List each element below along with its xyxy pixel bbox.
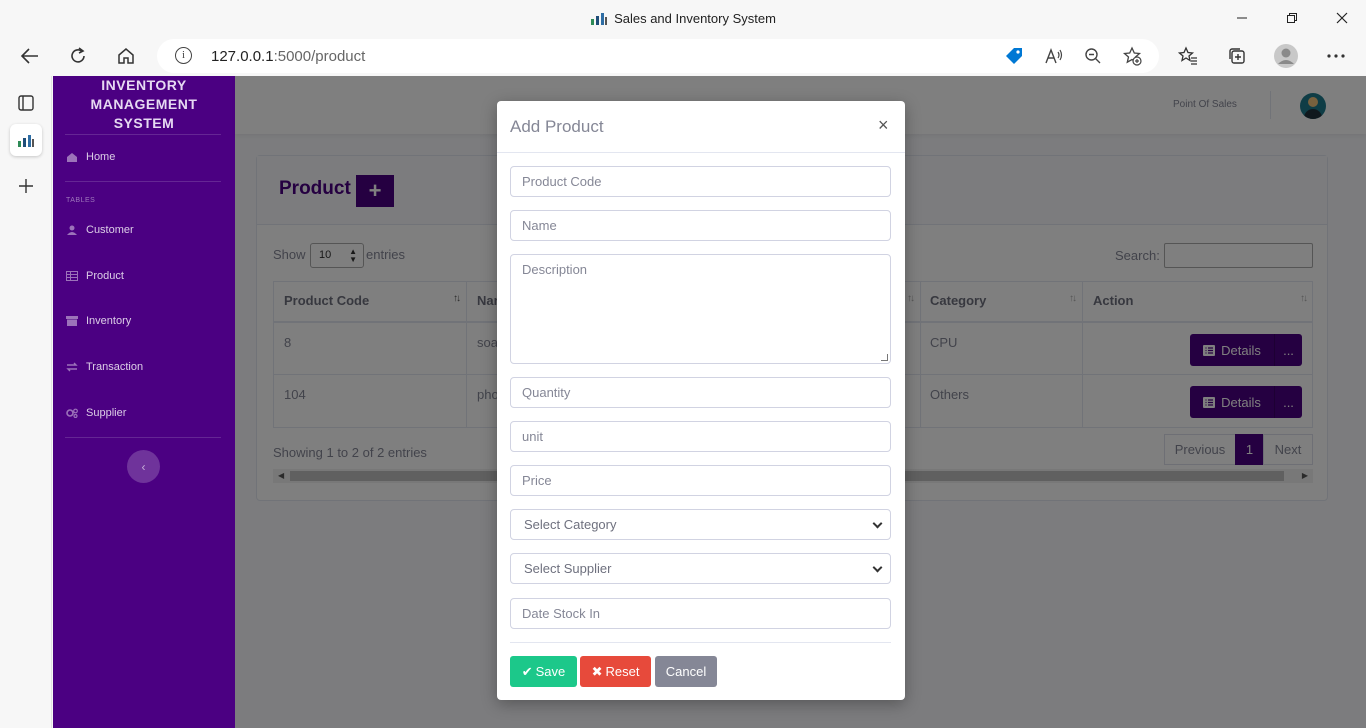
minimize-icon — [1237, 17, 1247, 19]
modal-divider — [497, 152, 905, 153]
modal-title: Add Product — [510, 117, 604, 136]
sidebar-item-product[interactable]: Product — [66, 270, 124, 282]
quantity-field[interactable]: Quantity — [510, 377, 891, 408]
chevron-left-icon: ‹ — [141, 459, 146, 474]
table-icon — [66, 271, 78, 281]
reset-button[interactable]: ✖ Reset — [580, 656, 651, 687]
collections-icon — [1229, 48, 1245, 64]
zoom-out-icon[interactable] — [1082, 45, 1104, 67]
name-field[interactable]: Name — [510, 210, 891, 241]
supplier-select[interactable]: Select Supplier — [510, 553, 891, 584]
cogs-icon — [66, 408, 78, 418]
unit-field[interactable]: unit — [510, 421, 891, 452]
read-aloud-icon[interactable] — [1043, 45, 1065, 67]
app-sidebar: INVENTORY MANAGEMENT SYSTEM Home TABLES … — [53, 76, 235, 728]
sidebar-item-transaction[interactable]: Transaction — [66, 361, 143, 373]
tab-actions-button[interactable] — [10, 87, 42, 119]
window-title: Sales and Inventory System — [0, 10, 1366, 26]
tab-sales-inventory[interactable] — [10, 124, 42, 156]
save-button[interactable]: ✔ Save — [510, 656, 577, 687]
close-icon — [1336, 12, 1348, 24]
sidebar-divider — [65, 181, 221, 182]
favorites-button[interactable] — [1172, 40, 1204, 72]
vertical-tab-strip — [0, 76, 52, 728]
sidebar-item-inventory[interactable]: Inventory — [66, 315, 131, 327]
check-icon: ✔ — [521, 663, 533, 679]
url-text[interactable]: 127.0.0.1:5000/product — [211, 48, 365, 65]
window-titlebar: Sales and Inventory System — [0, 0, 1366, 36]
app-chart-icon — [591, 13, 608, 25]
user-icon — [67, 225, 77, 235]
sidebar-divider — [65, 134, 221, 135]
home-button[interactable] — [110, 40, 142, 72]
favorites-icon — [1178, 46, 1197, 65]
modal-close-button[interactable]: × — [878, 115, 889, 136]
chevron-down-icon — [872, 562, 883, 573]
app-chart-icon — [18, 135, 34, 147]
restore-icon — [1287, 13, 1297, 23]
resize-grip-icon[interactable] — [881, 354, 888, 361]
address-bar[interactable]: i 127.0.0.1:5000/product — [157, 39, 1159, 73]
browser-toolbar: i 127.0.0.1:5000/product — [0, 36, 1366, 76]
category-select[interactable]: Select Category — [510, 509, 891, 540]
times-icon: ✖ — [591, 663, 603, 679]
date-stock-in-field[interactable]: Date Stock In — [510, 598, 891, 629]
minimize-button[interactable] — [1219, 0, 1265, 36]
profile-avatar-icon — [1274, 44, 1298, 68]
restore-button[interactable] — [1269, 0, 1315, 36]
sidebar-item-home[interactable]: Home — [66, 151, 115, 163]
profile-button[interactable] — [1270, 40, 1302, 72]
sidebar-heading: TABLES — [66, 197, 96, 204]
collections-button[interactable] — [1221, 40, 1253, 72]
sidebar-item-customer[interactable]: Customer — [66, 224, 134, 236]
home-icon — [118, 48, 134, 64]
product-code-field[interactable]: Product Code — [510, 166, 891, 197]
refresh-icon — [71, 47, 85, 63]
sidebar-toggle-button[interactable]: ‹ — [127, 450, 160, 483]
description-textarea[interactable]: Description — [510, 254, 891, 364]
back-button[interactable] — [14, 40, 46, 72]
home-icon — [67, 153, 77, 162]
sidebar-divider — [65, 437, 221, 438]
price-tag-icon[interactable] — [1003, 45, 1025, 67]
chevron-down-icon — [872, 518, 883, 529]
add-product-modal: Add Product × Product Code Name Descript… — [497, 101, 905, 700]
close-window-button[interactable] — [1319, 0, 1365, 36]
plus-icon — [19, 179, 33, 193]
modal-divider — [510, 642, 891, 643]
exchange-icon — [66, 362, 78, 372]
add-favorite-icon[interactable] — [1121, 45, 1143, 67]
refresh-button[interactable] — [62, 40, 94, 72]
brand-title[interactable]: INVENTORY MANAGEMENT SYSTEM — [53, 76, 235, 133]
archive-icon — [66, 316, 78, 326]
info-icon[interactable]: i — [175, 47, 192, 64]
cancel-button[interactable]: Cancel — [655, 656, 717, 687]
arrow-left-icon — [20, 48, 38, 64]
sidebar-item-supplier[interactable]: Supplier — [66, 407, 126, 419]
close-icon: × — [878, 115, 889, 135]
tab-actions-icon — [18, 95, 34, 111]
settings-more-button[interactable] — [1320, 40, 1352, 72]
more-horizontal-icon — [1327, 54, 1345, 58]
price-field[interactable]: Price — [510, 465, 891, 496]
new-tab-button[interactable] — [10, 170, 42, 202]
